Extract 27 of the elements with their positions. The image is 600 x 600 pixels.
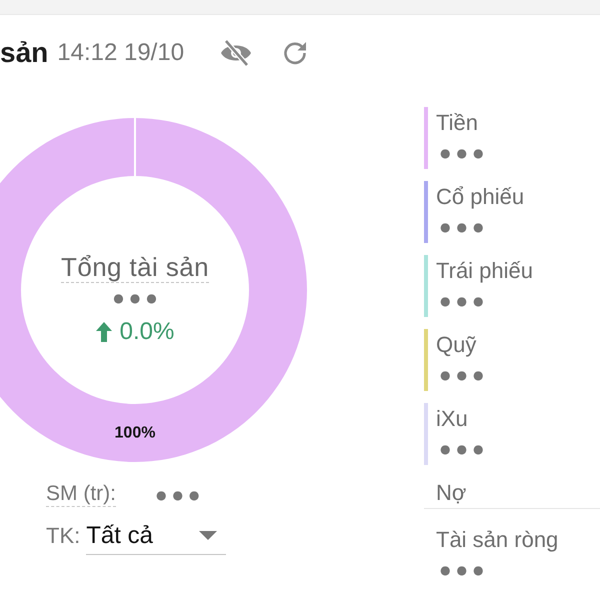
legend-label: Tiền xyxy=(436,110,478,136)
total-assets-label: Tổng tài sản xyxy=(61,252,209,283)
eye-slash-icon[interactable] xyxy=(220,40,252,66)
legend-label: iXu xyxy=(436,406,468,432)
masked-value: ●●● xyxy=(439,145,490,162)
masked-value: ●●● xyxy=(439,441,490,458)
masked-value: ●●● xyxy=(439,219,490,236)
masked-value: ●●● xyxy=(439,367,490,384)
caret-down-icon xyxy=(199,531,218,540)
masked-value: ●●● xyxy=(439,562,490,579)
legend-label: Nợ xyxy=(436,480,466,506)
page-title: sản xyxy=(0,37,48,69)
account-dropdown[interactable]: Tất cả xyxy=(86,517,226,555)
masked-value: ●●● xyxy=(439,293,490,310)
timestamp: 14:12 19/10 xyxy=(57,39,184,67)
unit-label: SM (tr): xyxy=(46,482,116,507)
up-arrow-icon xyxy=(96,322,112,342)
legend-label: Cổ phiếu xyxy=(436,184,524,210)
legend-label: Trái phiếu xyxy=(436,258,534,284)
refresh-icon[interactable] xyxy=(282,40,308,66)
legend-label: Quỹ xyxy=(436,332,476,358)
account-label: TK: xyxy=(46,523,80,549)
masked-value: ●●● xyxy=(156,486,206,504)
net-assets-label: Tài sản ròng xyxy=(436,527,558,553)
percent-label: 100% xyxy=(114,424,156,442)
change-percent: 0.0% xyxy=(120,319,174,345)
masked-value: ●●● xyxy=(112,290,163,307)
